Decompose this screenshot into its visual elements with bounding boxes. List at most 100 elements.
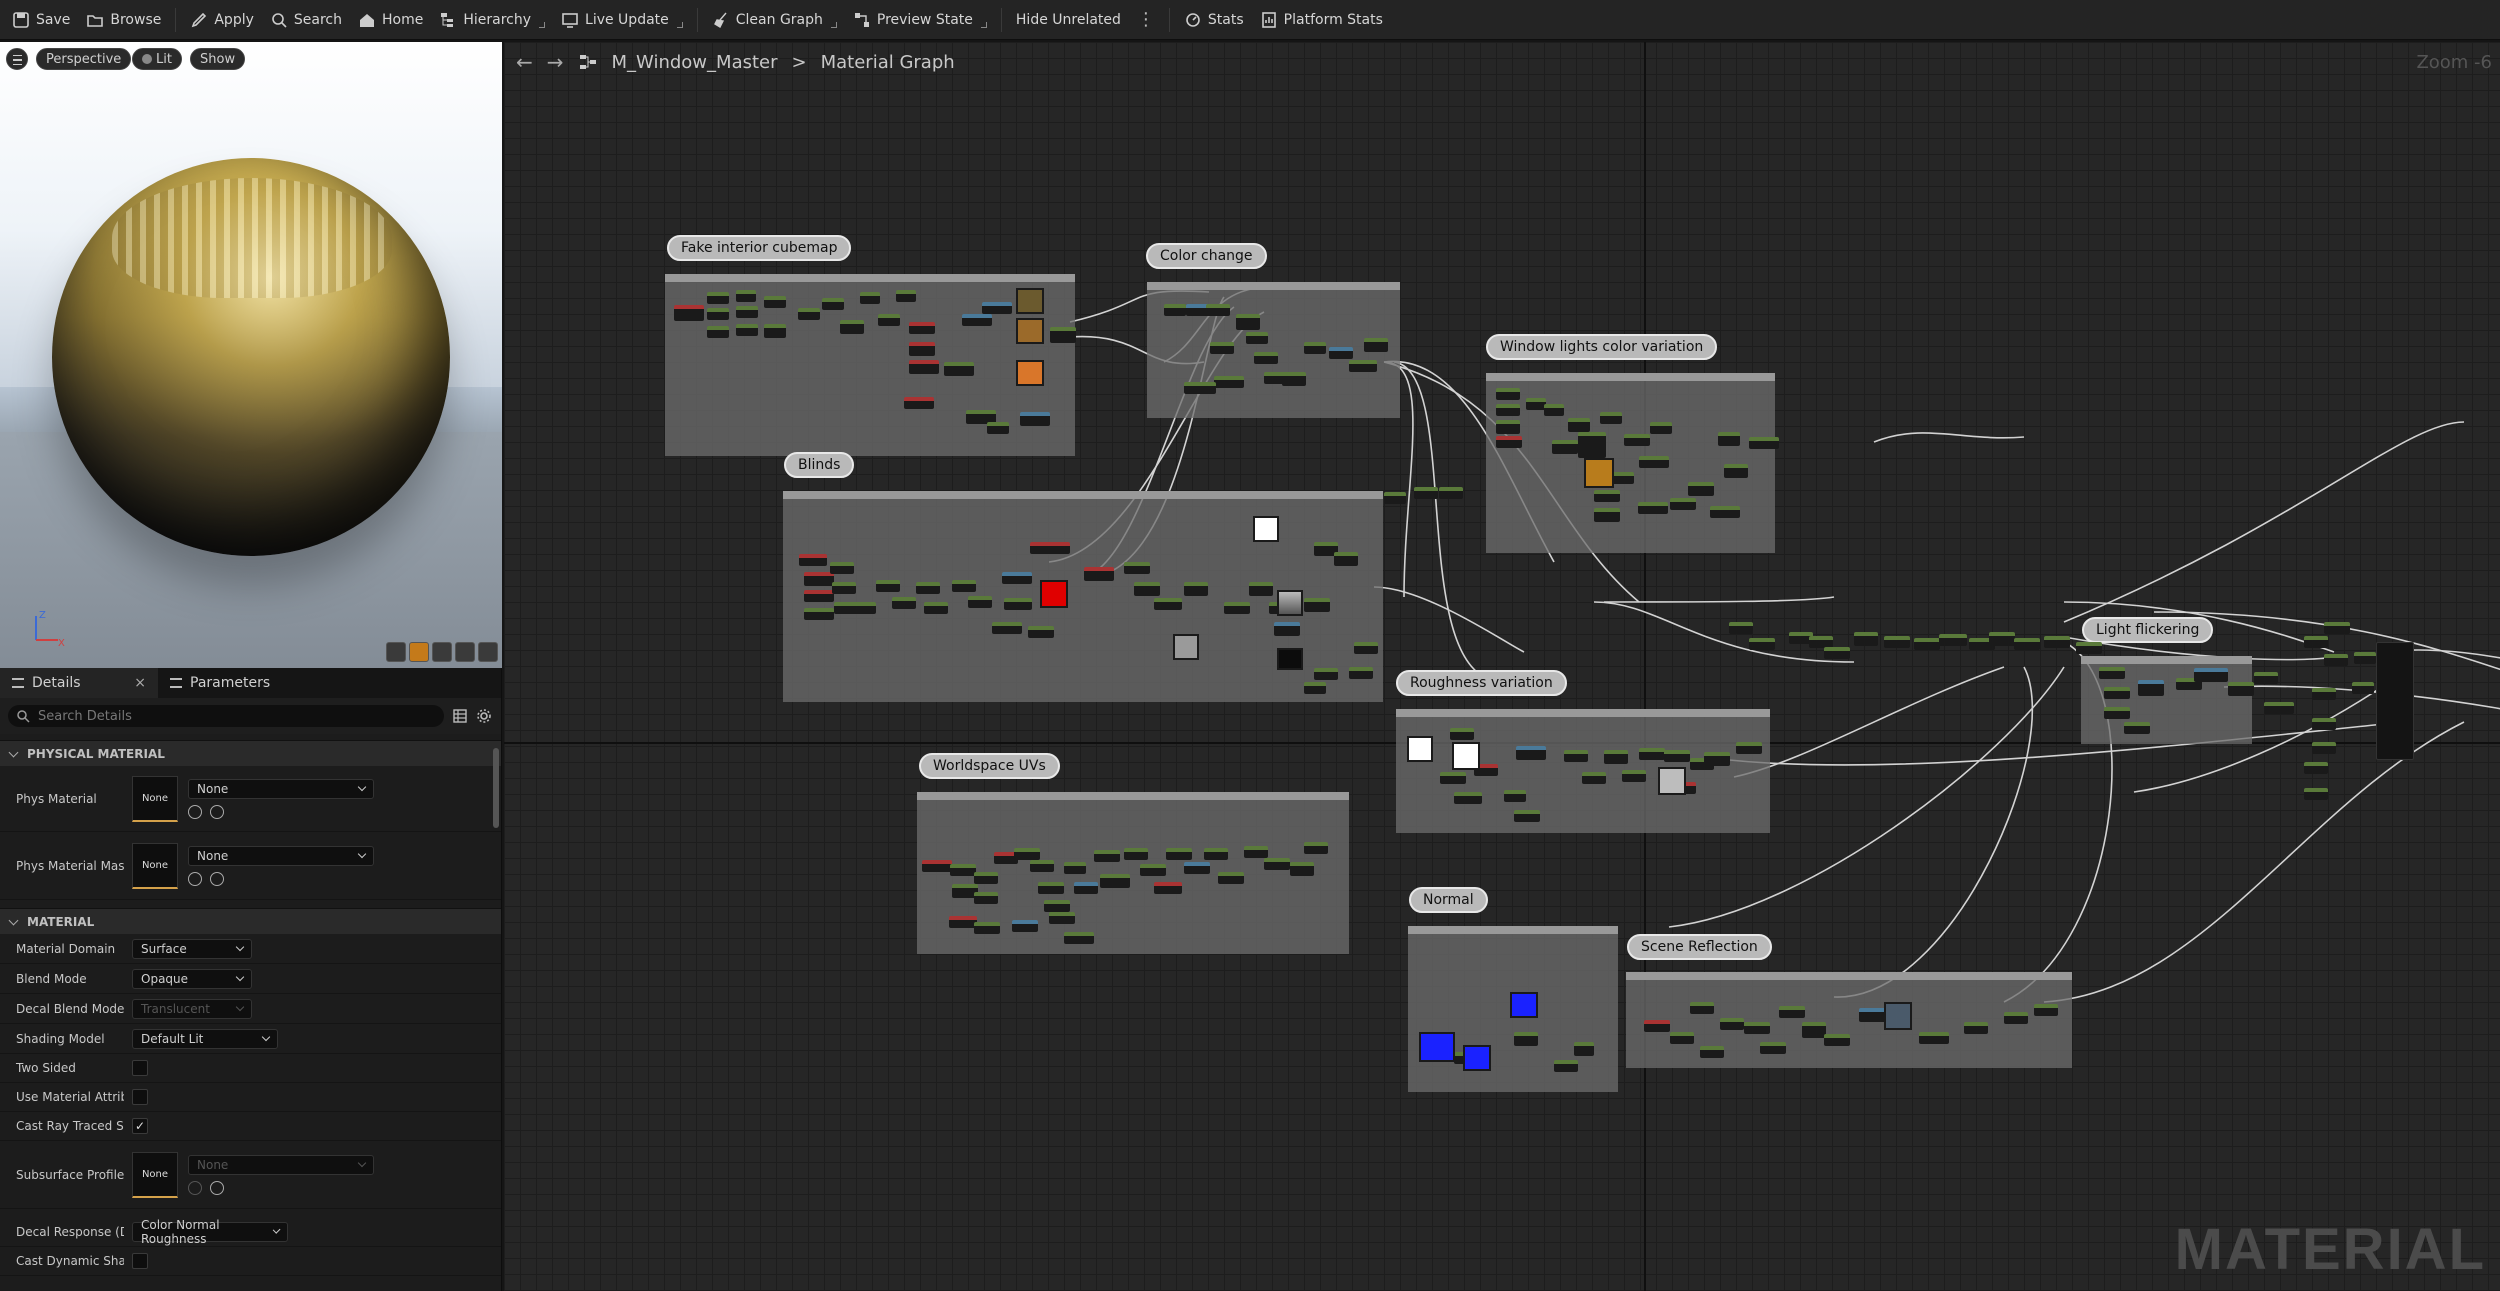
graph-node[interactable]: [2304, 636, 2328, 648]
graph-node[interactable]: [1354, 642, 1378, 654]
graph-node[interactable]: [707, 326, 729, 338]
stats-button[interactable]: Stats: [1176, 4, 1252, 36]
graph-node[interactable]: [2264, 702, 2294, 714]
graph-node[interactable]: [1218, 872, 1244, 884]
graph-node[interactable]: [1612, 472, 1634, 484]
tab-details[interactable]: Details ×: [0, 668, 158, 698]
search-button[interactable]: Search: [262, 4, 350, 36]
graph-node[interactable]: [1166, 848, 1192, 860]
comment-title-blinds[interactable]: Blinds: [784, 452, 855, 478]
graph-node[interactable]: [707, 308, 729, 320]
graph-node[interactable]: [674, 305, 704, 321]
graph-node[interactable]: [764, 296, 786, 308]
graph-node[interactable]: [1304, 342, 1326, 354]
graph-node[interactable]: [1264, 858, 1290, 870]
graph-node[interactable]: [2194, 668, 2228, 682]
graph-node[interactable]: [896, 290, 916, 302]
graph-node[interactable]: [1749, 638, 1775, 650]
lit-button[interactable]: Lit: [132, 48, 182, 70]
graph-node[interactable]: [1624, 434, 1650, 446]
graph-node[interactable]: [1989, 632, 2015, 646]
graph-node[interactable]: [909, 360, 939, 374]
color-constant-orange[interactable]: [1584, 458, 1614, 488]
graph-node[interactable]: [1214, 376, 1244, 388]
normal-map-swatch[interactable]: [1419, 1032, 1455, 1062]
graph-node[interactable]: [1919, 1032, 1949, 1044]
graph-node[interactable]: [1516, 746, 1546, 760]
graph-node[interactable]: [1939, 634, 1967, 646]
live-update-button[interactable]: Live Update: [553, 4, 691, 36]
graph-node[interactable]: [1012, 920, 1038, 932]
graph-node[interactable]: [1210, 342, 1234, 354]
viewport-menu-icon[interactable]: [6, 48, 28, 70]
graph-node[interactable]: [2312, 688, 2336, 700]
graph-node[interactable]: [2304, 788, 2328, 800]
graph-node[interactable]: [832, 582, 856, 594]
graph-node[interactable]: [1154, 598, 1182, 610]
graph-node[interactable]: [1290, 862, 1314, 876]
show-button[interactable]: Show: [190, 48, 246, 70]
color-constant-red[interactable]: [1040, 580, 1068, 608]
graph-node[interactable]: [804, 572, 834, 586]
graph-node[interactable]: [924, 602, 948, 614]
graph-node[interactable]: [962, 314, 992, 326]
graph-node[interactable]: [1690, 1002, 1714, 1014]
graph-node[interactable]: [804, 590, 834, 602]
graph-node[interactable]: [1554, 1060, 1578, 1072]
apply-button[interactable]: Apply: [182, 4, 262, 36]
browse-asset-icon[interactable]: [210, 804, 224, 819]
graph-node[interactable]: [1670, 498, 1696, 510]
graph-node[interactable]: [1704, 752, 1730, 766]
graph-node[interactable]: [1600, 412, 1622, 424]
graph-node[interactable]: [1736, 742, 1762, 754]
graph-node[interactable]: [1639, 456, 1669, 468]
graph-node[interactable]: [1304, 842, 1328, 854]
home-button[interactable]: Home: [350, 4, 431, 36]
plane-icon[interactable]: [432, 642, 452, 662]
graph-node[interactable]: [1124, 562, 1150, 574]
browse-asset-icon[interactable]: [210, 1180, 224, 1195]
graph-node[interactable]: [1439, 487, 1463, 499]
graph-node[interactable]: [1514, 1032, 1538, 1046]
graph-node[interactable]: [1184, 582, 1208, 596]
search-details-input[interactable]: Search Details: [8, 705, 444, 727]
graph-node[interactable]: [2004, 1012, 2028, 1024]
graph-node[interactable]: [2104, 687, 2130, 699]
graph-node[interactable]: [1100, 874, 1130, 888]
color-constant-white[interactable]: [1253, 516, 1279, 542]
comment-title-fake-interior[interactable]: Fake interior cubemap: [667, 235, 852, 261]
graph-node[interactable]: [1246, 332, 1268, 344]
graph-node[interactable]: [1639, 748, 1665, 760]
graph-node[interactable]: [1134, 582, 1160, 596]
graph-node[interactable]: [1349, 360, 1377, 372]
graph-node[interactable]: [736, 306, 758, 318]
graph-node[interactable]: [1184, 862, 1210, 874]
graph-node[interactable]: [1454, 792, 1482, 804]
graph-node[interactable]: [952, 580, 976, 592]
graph-node[interactable]: [1496, 404, 1520, 416]
graph-node[interactable]: [2124, 722, 2150, 734]
graph-node[interactable]: [2228, 682, 2254, 696]
graph-node[interactable]: [1164, 304, 1186, 316]
graph-node[interactable]: [1004, 598, 1032, 610]
cast-ray-traced-shadows-checkbox[interactable]: ✓: [132, 1118, 148, 1134]
graph-node[interactable]: [876, 580, 900, 592]
graph-node[interactable]: [909, 342, 935, 356]
details-scrollbar[interactable]: [493, 748, 499, 828]
graph-node[interactable]: [1049, 912, 1075, 924]
texture-sample-swatch[interactable]: [1173, 634, 1199, 660]
graph-node[interactable]: [1564, 750, 1588, 762]
graph-node[interactable]: [1282, 372, 1306, 386]
graph-node[interactable]: [904, 397, 934, 409]
graph-node[interactable]: [982, 302, 1012, 314]
graph-node[interactable]: [1140, 864, 1166, 876]
graph-node[interactable]: [2304, 762, 2328, 774]
graph-node[interactable]: [1206, 304, 1230, 316]
graph-node[interactable]: [922, 860, 952, 872]
graph-node[interactable]: [2044, 636, 2070, 648]
graph-node[interactable]: [987, 422, 1009, 434]
graph-node[interactable]: [1544, 404, 1564, 416]
graph-node[interactable]: [854, 602, 876, 614]
graph-node[interactable]: [2254, 672, 2278, 684]
graph-node[interactable]: [1014, 848, 1040, 860]
